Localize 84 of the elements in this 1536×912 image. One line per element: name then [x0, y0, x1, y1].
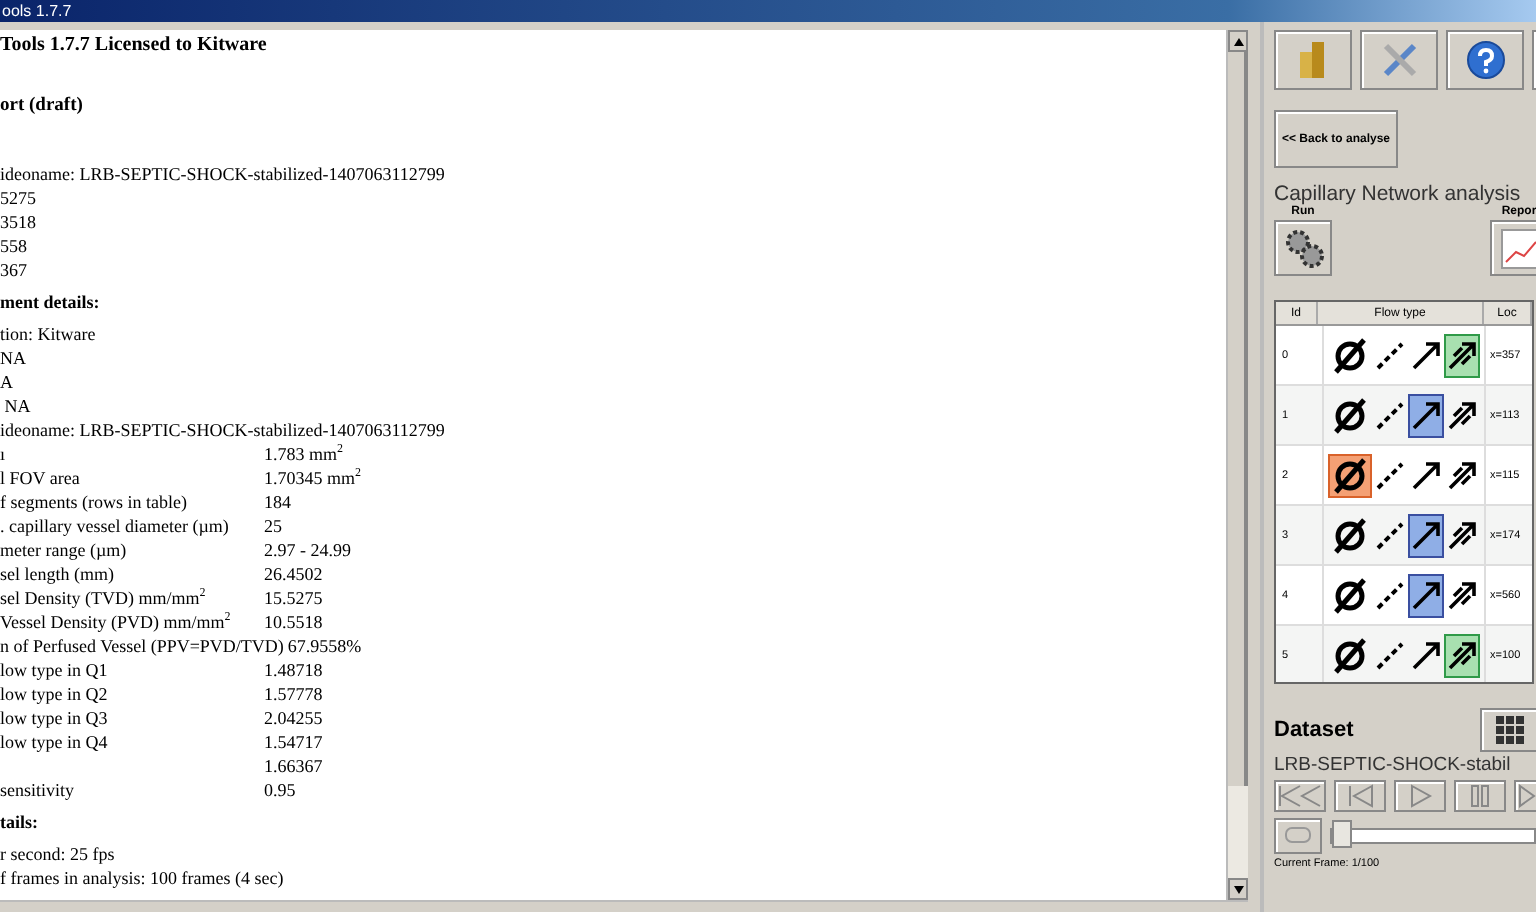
help-button[interactable]	[1446, 30, 1524, 90]
no-flow-toggle[interactable]	[1328, 513, 1372, 557]
pause-button[interactable]	[1454, 780, 1506, 812]
metric-value: 0.95	[264, 778, 296, 802]
metric-value: 1.70345 mm$^{2}$	[264, 466, 362, 490]
metric-label: low type in Q2	[0, 684, 108, 704]
report-line: tion: Kitware	[0, 322, 98, 346]
report-line: 558	[0, 234, 29, 258]
report-line: r second: 25 fps	[0, 842, 117, 866]
metric-label: ı	[0, 444, 6, 464]
report-line: 5275	[0, 186, 38, 210]
section-heading: ment details:	[0, 290, 102, 314]
metric-value: 10.5518	[264, 610, 323, 634]
section-heading: tails:	[0, 810, 40, 834]
metric-label: l FOV area	[0, 468, 80, 488]
step-back-icon	[1344, 784, 1376, 808]
report-line: A	[0, 370, 15, 394]
folder-button[interactable]	[1274, 30, 1352, 90]
report-line: f frames in analysis: 100 frames (4 sec)	[0, 866, 286, 890]
report-title: Tools 1.7.7 Licensed to Kitware	[0, 34, 269, 58]
continuous-flow-toggle[interactable]	[1444, 633, 1480, 677]
metric-label: low type in Q3	[0, 708, 108, 728]
report-line: NA	[2, 394, 33, 418]
run-button[interactable]	[1274, 220, 1332, 276]
grid-button[interactable]	[1480, 708, 1536, 752]
report-line: NA	[0, 346, 28, 370]
loop-icon	[1284, 826, 1312, 846]
no-flow-toggle[interactable]	[1328, 633, 1372, 677]
metric-label: n of Perfused Vessel (PPV=PVD/TVD)	[0, 636, 284, 656]
no-flow-toggle[interactable]	[1328, 573, 1372, 617]
metric-label: f segments (rows in table)	[0, 492, 187, 512]
metric-label: sensitivity	[0, 780, 75, 800]
metric-value: 2.04255	[264, 706, 323, 730]
metric-value: 184	[264, 490, 291, 514]
no-flow-toggle[interactable]	[1328, 393, 1372, 437]
metric-label: low type in Q1	[0, 660, 108, 680]
report-line: 3518	[0, 210, 38, 234]
grid-icon	[1496, 716, 1524, 744]
chart-icon	[1499, 226, 1536, 270]
slider-thumb[interactable]	[1332, 820, 1352, 848]
dataset-title: Dataset	[1274, 718, 1354, 742]
metric-value: 1.57778	[264, 682, 323, 706]
no-flow-toggle[interactable]	[1328, 333, 1372, 377]
scroll-down-icon	[1233, 885, 1243, 893]
no-flow-toggle[interactable]	[1328, 453, 1372, 497]
metric-label: sel length (mm)	[0, 564, 114, 584]
loop-button[interactable]	[1274, 818, 1322, 854]
metric-value: 1.54717	[264, 730, 323, 754]
metric-value: 1.48718	[264, 658, 323, 682]
report-line: 367	[0, 258, 29, 282]
window-title: ools 1.7.7	[2, 2, 72, 20]
metric-label: meter range (µm)	[0, 540, 127, 560]
previous-frame-button[interactable]	[1334, 780, 1386, 812]
metric-label: sel Density (TVD) mm/mm$^{2}$	[0, 588, 206, 608]
vertical-scrollbar[interactable]	[1226, 30, 1248, 900]
analysis-title: Capillary Network analysis	[1274, 182, 1521, 206]
dataset-name: LRB-SEPTIC-SHOCK-stabil	[1274, 754, 1513, 776]
scroll-up-icon	[1233, 37, 1243, 45]
metric-value: 25	[264, 514, 282, 538]
sluggish-flow-toggle[interactable]	[1408, 573, 1444, 617]
continuous-flow-toggle[interactable]	[1444, 333, 1480, 377]
gears-icon	[1281, 226, 1325, 270]
next-frame-button[interactable]	[1514, 780, 1536, 812]
metric-value: 67.9558%	[287, 634, 362, 658]
first-frame-button[interactable]	[1274, 780, 1326, 812]
sluggish-flow-toggle[interactable]	[1408, 393, 1444, 437]
skip-back-icon	[1276, 784, 1324, 808]
report-subtitle: ort (draft)	[0, 94, 85, 118]
step-forward-icon	[1516, 784, 1536, 808]
metric-value: 2.97 - 24.99	[264, 538, 351, 562]
metric-value: 15.5275	[264, 586, 323, 610]
sluggish-flow-toggle[interactable]	[1408, 513, 1444, 557]
report-button[interactable]	[1490, 220, 1536, 276]
report-line: ideoname: LRB-SEPTIC-SHOCK-stabilized-1407063112799	[0, 418, 447, 442]
metric-value: 1.783 mm$^{2}$	[264, 442, 344, 466]
metric-value: 1.66367	[264, 754, 323, 778]
metric-label: . capillary vessel diameter (µm)	[0, 516, 229, 536]
metric-value: 26.4502	[264, 562, 323, 586]
metric-label: low type in Q4	[0, 732, 108, 752]
play-button[interactable]	[1394, 780, 1446, 812]
report-line: ideoname: LRB-SEPTIC-SHOCK-stabilized-1407063112799	[0, 162, 447, 186]
help-icon	[1465, 40, 1505, 80]
tools-button[interactable]	[1360, 30, 1438, 90]
metric-label: Vessel Density (PVD) mm/mm$^{2}$	[0, 612, 231, 632]
